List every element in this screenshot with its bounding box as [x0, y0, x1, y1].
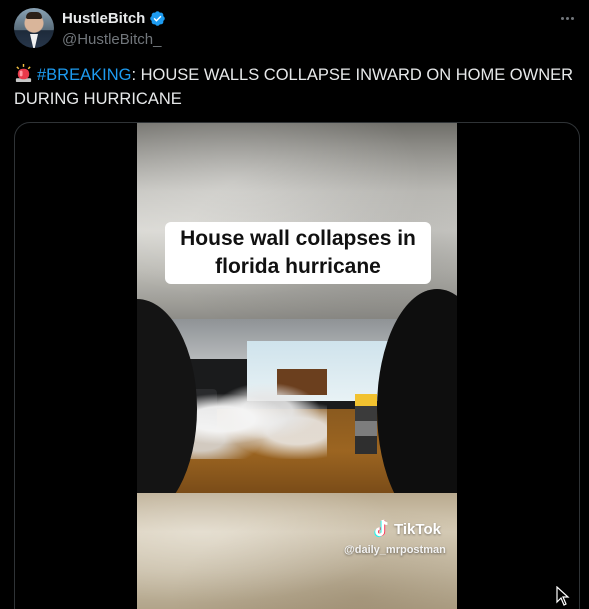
video-caption: House wall collapses in florida hurrican… [165, 222, 431, 284]
author-handle[interactable]: @HustleBitch_ [62, 31, 161, 48]
police-siren-icon [15, 64, 32, 83]
author-name-row: HustleBitch [62, 10, 166, 27]
tweet-card: HustleBitch @HustleBitch_ #BREAKING: HOU… [0, 0, 589, 609]
more-dot [565, 16, 569, 20]
hashtag-link[interactable]: #BREAKING [37, 66, 131, 84]
video-caption-line2: florida hurricane [215, 255, 381, 278]
video-room-frame [137, 289, 457, 529]
room-water-surge [177, 379, 327, 459]
tiktok-logo-icon [374, 519, 388, 538]
tweet-text: #BREAKING: HOUSE WALLS COLLAPSE INWARD O… [14, 63, 579, 111]
video-player[interactable]: House wall collapses in florida hurrican… [137, 123, 457, 609]
more-options-icon[interactable] [557, 10, 577, 26]
avatar-hair [26, 12, 42, 19]
verified-badge-icon[interactable] [149, 10, 166, 27]
video-caption-line1: House wall collapses in [180, 227, 416, 250]
tiktok-username: @daily_mrpostman [344, 544, 446, 556]
more-dot [570, 16, 574, 20]
mouse-pointer-icon [556, 586, 570, 606]
tiktok-watermark: TikTok [373, 519, 441, 539]
tiktok-brand-label: TikTok [394, 520, 441, 538]
video-top-frame [137, 123, 457, 319]
author-display-name[interactable]: HustleBitch [62, 10, 145, 27]
more-dot [560, 16, 564, 20]
avatar-shirt [30, 34, 38, 48]
media-container: House wall collapses in florida hurrican… [14, 122, 580, 609]
author-avatar[interactable] [14, 8, 54, 48]
room-shelf [355, 394, 377, 454]
